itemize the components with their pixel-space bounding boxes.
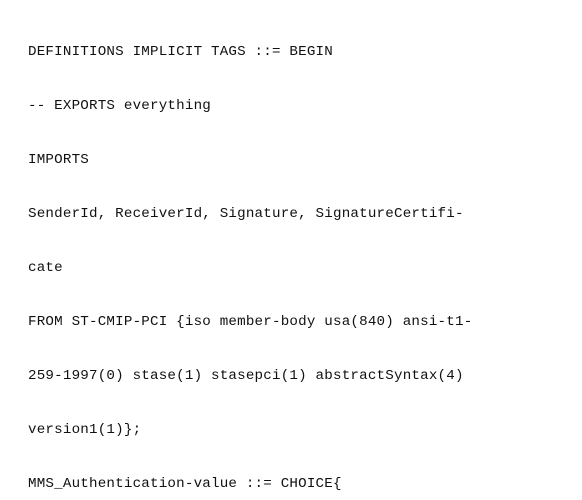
code-line: version1(1)}; bbox=[28, 417, 560, 444]
code-line: MMS_Authentication-value ::= CHOICE{ bbox=[28, 471, 560, 498]
code-line: -- EXPORTS everything bbox=[28, 93, 560, 120]
code-line: DEFINITIONS IMPLICIT TAGS ::= BEGIN bbox=[28, 39, 560, 66]
code-line: cate bbox=[28, 255, 560, 282]
code-line: 259-1997(0) stase(1) stasepci(1) abstrac… bbox=[28, 363, 560, 390]
code-line: SenderId, ReceiverId, Signature, Signatu… bbox=[28, 201, 560, 228]
code-line: FROM ST-CMIP-PCI {iso member-body usa(84… bbox=[28, 309, 560, 336]
code-line: IMPORTS bbox=[28, 147, 560, 174]
code-block: DEFINITIONS IMPLICIT TAGS ::= BEGIN -- E… bbox=[0, 0, 582, 500]
